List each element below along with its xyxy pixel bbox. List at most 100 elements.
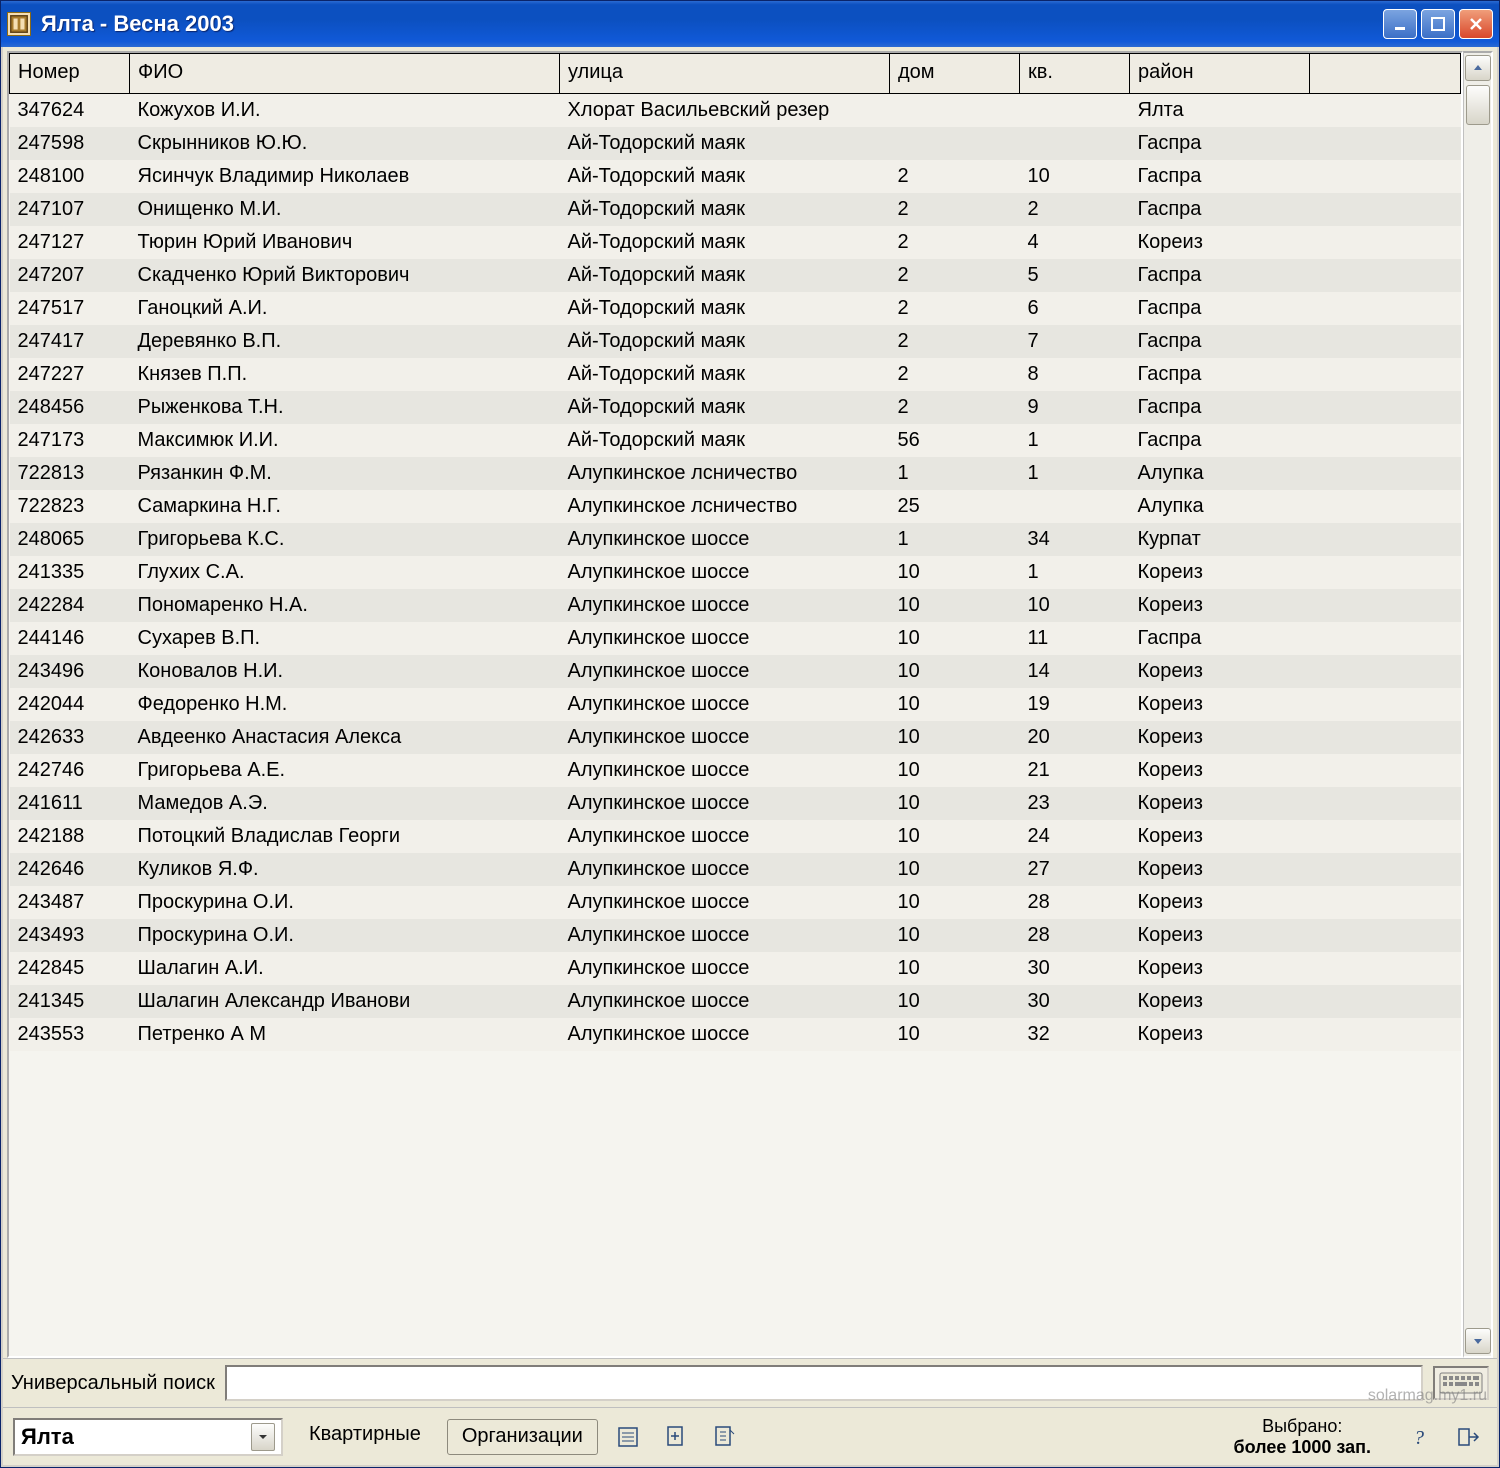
table-row[interactable]: 247417Деревянко В.П.Ай-Тодорский маяк27Г…	[10, 325, 1461, 358]
table-row[interactable]: 243493Проскурина О.И.Алупкинское шоссе10…	[10, 919, 1461, 952]
minimize-button[interactable]	[1383, 9, 1417, 39]
cell-house: 10	[890, 721, 1020, 754]
cell-street: Алупкинское шоссе	[560, 622, 890, 655]
organizations-button[interactable]: Организации	[447, 1419, 598, 1455]
table-row[interactable]: 242845Шалагин А.И.Алупкинское шоссе1030К…	[10, 952, 1461, 985]
cell-house: 10	[890, 622, 1020, 655]
table-row[interactable]: 247207Скадченко Юрий ВикторовичАй-Тодорс…	[10, 259, 1461, 292]
cell-num: 247173	[10, 424, 130, 457]
table-row[interactable]: 241611Мамедов А.Э.Алупкинское шоссе1023К…	[10, 787, 1461, 820]
table-row[interactable]: 248065Григорьева К.С.Алупкинское шоссе13…	[10, 523, 1461, 556]
table-row[interactable]: 242044Федоренко Н.М.Алупкинское шоссе101…	[10, 688, 1461, 721]
cell-num: 247207	[10, 259, 130, 292]
cell-blank	[1310, 358, 1461, 391]
table-row[interactable]: 243487Проскурина О.И.Алупкинское шоссе10…	[10, 886, 1461, 919]
cell-house: 10	[890, 655, 1020, 688]
keyboard-icon[interactable]	[1433, 1366, 1489, 1400]
cell-raion: Гаспра	[1130, 622, 1310, 655]
col-header-flat[interactable]: кв.	[1020, 54, 1130, 94]
cell-raion: Кореиз	[1130, 919, 1310, 952]
maximize-button[interactable]	[1421, 9, 1455, 39]
cell-raion: Кореиз	[1130, 886, 1310, 919]
col-header-fio[interactable]: ФИО	[130, 54, 560, 94]
table-row[interactable]: 247517Ганоцкий А.И.Ай-Тодорский маяк26Га…	[10, 292, 1461, 325]
cell-blank	[1310, 325, 1461, 358]
table-row[interactable]: 247227Князев П.П.Ай-Тодорский маяк28Гасп…	[10, 358, 1461, 391]
table-row[interactable]: 242746Григорьева А.Е.Алупкинское шоссе10…	[10, 754, 1461, 787]
cell-street: Алупкинское шоссе	[560, 952, 890, 985]
vertical-scrollbar[interactable]	[1463, 51, 1493, 1358]
window-controls	[1383, 9, 1493, 39]
table-row[interactable]: 242284Пономаренко Н.А.Алупкинское шоссе1…	[10, 589, 1461, 622]
scroll-up-button[interactable]	[1465, 55, 1491, 81]
cell-num: 247517	[10, 292, 130, 325]
cell-num: 241335	[10, 556, 130, 589]
table-row[interactable]: 247107Онищенко М.И.Ай-Тодорский маяк22Га…	[10, 193, 1461, 226]
cell-num: 243553	[10, 1018, 130, 1051]
list-icon[interactable]	[610, 1419, 646, 1455]
cell-num: 241345	[10, 985, 130, 1018]
close-button[interactable]	[1459, 9, 1493, 39]
cell-fio: Ясинчук Владимир Николаев	[130, 160, 560, 193]
cell-flat: 10	[1020, 160, 1130, 193]
cell-blank	[1310, 1018, 1461, 1051]
table-row[interactable]: 242633Авдеенко Анастасия АлексаАлупкинск…	[10, 721, 1461, 754]
cell-street: Хлорат Васильевский резер	[560, 94, 890, 128]
col-header-house[interactable]: дом	[890, 54, 1020, 94]
col-header-blank	[1310, 54, 1461, 94]
table-row[interactable]: 722823Самаркина Н.Г.Алупкинское лсничест…	[10, 490, 1461, 523]
table-row[interactable]: 722813Рязанкин Ф.М.Алупкинское лсничеств…	[10, 457, 1461, 490]
cell-street: Алупкинское шоссе	[560, 721, 890, 754]
cell-fio: Петренко А М	[130, 1018, 560, 1051]
table-row[interactable]: 248456Рыженкова Т.Н.Ай-Тодорский маяк29Г…	[10, 391, 1461, 424]
cell-num: 241611	[10, 787, 130, 820]
table-row[interactable]: 247173Максимюк И.И.Ай-Тодорский маяк561Г…	[10, 424, 1461, 457]
col-header-raion[interactable]: район	[1130, 54, 1310, 94]
city-combo[interactable]: Ялта	[13, 1418, 283, 1456]
col-header-number[interactable]: Номер	[10, 54, 130, 94]
cell-fio: Шалагин А.И.	[130, 952, 560, 985]
table-row[interactable]: 247127Тюрин Юрий ИвановичАй-Тодорский ма…	[10, 226, 1461, 259]
scroll-thumb[interactable]	[1466, 85, 1490, 125]
search-input[interactable]	[225, 1365, 1423, 1401]
table-row[interactable]: 247598Скрынников Ю.Ю.Ай-Тодорский маякГа…	[10, 127, 1461, 160]
table-row[interactable]: 242646Куликов Я.Ф.Алупкинское шоссе1027К…	[10, 853, 1461, 886]
cell-fio: Григорьева А.Е.	[130, 754, 560, 787]
cell-raion: Кореиз	[1130, 688, 1310, 721]
help-icon[interactable]: ?	[1403, 1419, 1439, 1455]
window-title: Ялта - Весна 2003	[41, 11, 1383, 37]
cell-blank	[1310, 589, 1461, 622]
table-row[interactable]: 244146Сухарев В.П.Алупкинское шоссе1011Г…	[10, 622, 1461, 655]
cell-street: Алупкинское шоссе	[560, 1018, 890, 1051]
table-row[interactable]: 243553Петренко А МАлупкинское шоссе1032К…	[10, 1018, 1461, 1051]
add-page-icon[interactable]	[658, 1419, 694, 1455]
cell-house: 10	[890, 919, 1020, 952]
cell-street: Ай-Тодорский маяк	[560, 424, 890, 457]
table-row[interactable]: 347624Кожухов И.И. Хлорат Васильевский р…	[10, 94, 1461, 128]
cell-num: 248100	[10, 160, 130, 193]
cell-house: 1	[890, 457, 1020, 490]
cell-flat: 30	[1020, 952, 1130, 985]
save-page-icon[interactable]	[706, 1419, 742, 1455]
table-row[interactable]: 241345Шалагин Александр ИвановиАлупкинск…	[10, 985, 1461, 1018]
col-header-street[interactable]: улица	[560, 54, 890, 94]
table-row[interactable]: 242188Потоцкий Владислав ГеоргиАлупкинск…	[10, 820, 1461, 853]
table-row[interactable]: 243496Коновалов Н.И.Алупкинское шоссе101…	[10, 655, 1461, 688]
cell-street: Алупкинское лсничество	[560, 490, 890, 523]
cell-num: 248456	[10, 391, 130, 424]
cell-raion: Кореиз	[1130, 589, 1310, 622]
cell-raion: Кореиз	[1130, 952, 1310, 985]
apartments-button[interactable]: Квартирные	[295, 1419, 435, 1455]
titlebar[interactable]: Ялта - Весна 2003	[1, 1, 1499, 47]
table-row[interactable]: 241335Глухих С.А.Алупкинское шоссе101Кор…	[10, 556, 1461, 589]
scroll-down-button[interactable]	[1465, 1328, 1491, 1354]
client-area: Номер ФИО улица дом кв. район 347624Кожу…	[1, 47, 1499, 1467]
table-row[interactable]: 248100Ясинчук Владимир НиколаевАй-Тодорс…	[10, 160, 1461, 193]
cell-street: Алупкинское шоссе	[560, 787, 890, 820]
cell-house: 2	[890, 226, 1020, 259]
exit-icon[interactable]	[1451, 1419, 1487, 1455]
data-grid[interactable]: Номер ФИО улица дом кв. район 347624Кожу…	[7, 51, 1463, 1358]
cell-house: 10	[890, 787, 1020, 820]
cell-num: 247227	[10, 358, 130, 391]
cell-house: 2	[890, 325, 1020, 358]
